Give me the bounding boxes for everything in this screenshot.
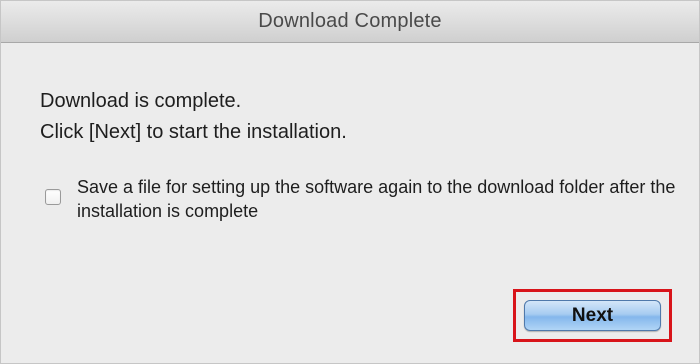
save-file-label[interactable]: Save a file for setting up the software … (77, 175, 687, 223)
status-message: Download is complete. Click [Next] to st… (40, 86, 347, 148)
save-file-checkbox[interactable] (45, 189, 61, 205)
next-button-highlight: Next (513, 289, 672, 342)
download-complete-window: Download Complete Download is complete. … (0, 0, 700, 364)
message-line-complete: Download is complete. (40, 90, 242, 112)
window-titlebar[interactable]: Download Complete (1, 1, 699, 43)
next-button[interactable]: Next (524, 300, 661, 331)
window-title: Download Complete (258, 10, 442, 32)
message-line-instruction: Click [Next] to start the installation. (40, 121, 347, 143)
